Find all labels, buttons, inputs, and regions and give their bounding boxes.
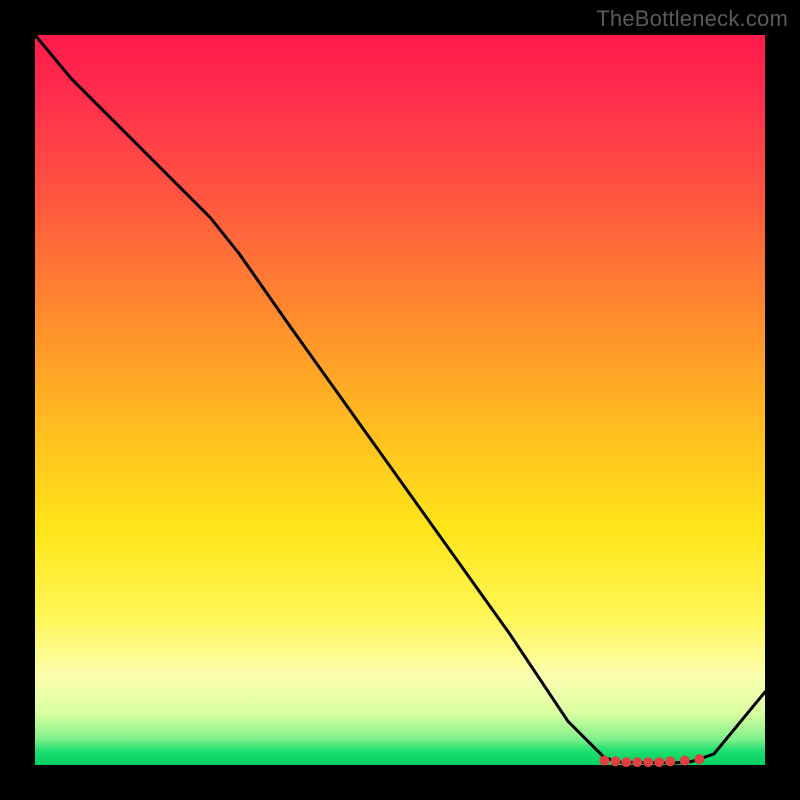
optimal-marker — [600, 756, 609, 765]
optimal-range-markers — [600, 755, 704, 767]
optimal-marker — [695, 755, 704, 764]
optimal-marker — [622, 758, 631, 767]
optimal-marker — [633, 758, 642, 767]
optimal-marker — [655, 758, 664, 767]
optimal-marker — [680, 756, 689, 765]
optimal-marker — [666, 757, 675, 766]
optimal-marker — [611, 757, 620, 766]
chart-svg — [35, 35, 765, 765]
chart-frame: TheBottleneck.com — [0, 0, 800, 800]
plot-area — [35, 35, 765, 765]
optimal-marker — [644, 758, 653, 767]
watermark-text: TheBottleneck.com — [596, 6, 788, 32]
bottleneck-curve — [35, 35, 765, 763]
